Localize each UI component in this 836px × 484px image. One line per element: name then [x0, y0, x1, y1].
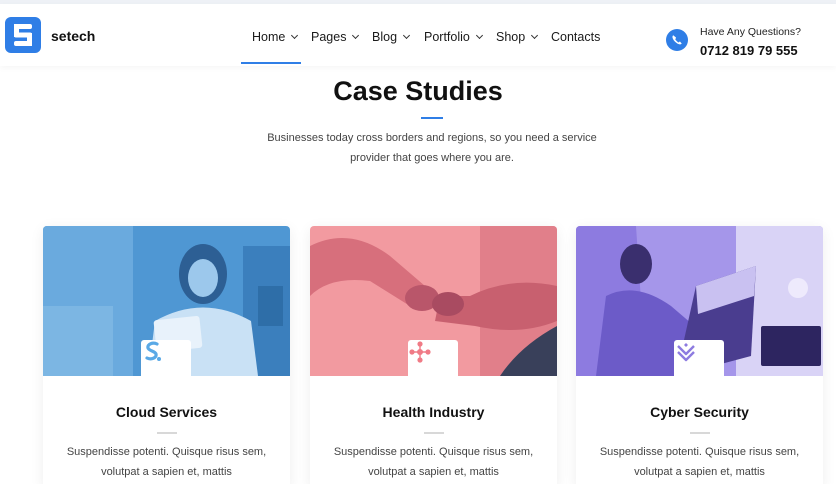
card-title[interactable]: Health Industry: [310, 404, 557, 420]
card-divider: [424, 432, 444, 434]
contact-phone[interactable]: 0712 819 79 555: [700, 43, 798, 58]
logo-icon[interactable]: [5, 17, 41, 53]
card-title[interactable]: Cloud Services: [43, 404, 290, 420]
whatsapp-phone-icon[interactable]: [666, 29, 688, 51]
chevron-layers-badge: [674, 340, 724, 376]
case-card-cyber-security[interactable]: Cyber Security Suspendisse potenti. Quis…: [576, 226, 823, 484]
nav-label: Shop: [496, 30, 526, 44]
card-description: Suspendisse potenti. Quisque risus sem, …: [53, 442, 280, 482]
cloud-s-icon: [145, 341, 161, 361]
card-text-line: volutpat a sapien et, mattis: [368, 466, 499, 478]
card-description: Suspendisse potenti. Quisque risus sem, …: [320, 442, 547, 482]
nav-item-portfolio[interactable]: Portfolio: [424, 30, 483, 44]
card-text-line: Suspendisse potenti. Quisque risus sem,: [66, 446, 267, 458]
molecule-badge: [408, 340, 458, 376]
nav-label: Portfolio: [424, 30, 470, 44]
nav-item-pages[interactable]: Pages: [311, 30, 360, 44]
nav-label: Pages: [311, 30, 347, 44]
case-image-woman-tablet: [43, 226, 290, 376]
nav-item-shop[interactable]: Shop: [496, 30, 539, 44]
subtitle-line: provider that goes where you are.: [350, 152, 514, 164]
section-title: Case Studies: [333, 76, 503, 106]
card-text-line: volutpat a sapien et, mattis: [634, 466, 765, 478]
subtitle-line: Businesses today cross borders and regio…: [267, 132, 597, 144]
case-image-man-laptop: [576, 226, 823, 376]
chevron-down-icon: [531, 31, 539, 40]
active-nav-indicator: [241, 62, 301, 64]
case-image-fist-bump: [310, 226, 557, 376]
nav-label: Contacts: [551, 30, 601, 44]
chevron-down-icon: [475, 31, 483, 40]
card-divider: [690, 432, 710, 434]
molecule-icon: [409, 341, 431, 363]
card-title[interactable]: Cyber Security: [576, 404, 823, 420]
case-card-cloud-services[interactable]: Cloud Services Suspendisse potenti. Quis…: [43, 226, 290, 484]
contact-question: Have Any Questions?: [700, 26, 801, 38]
chevron-down-icon: [291, 31, 299, 40]
brand-name[interactable]: setech: [51, 28, 95, 44]
chevron-layers-icon: [677, 343, 695, 362]
nav-label: Home: [252, 30, 286, 44]
nav-item-home[interactable]: Home: [252, 30, 299, 44]
card-divider: [157, 432, 177, 434]
chevron-down-icon: [402, 31, 411, 40]
title-divider: [421, 117, 443, 119]
card-description: Suspendisse potenti. Quisque risus sem, …: [586, 442, 813, 482]
site-header: setech Home Pages Blog Portfolio Shop Co…: [0, 4, 836, 66]
section-subtitle: Businesses today cross borders and regio…: [232, 128, 632, 168]
chevron-down-icon: [352, 31, 360, 40]
nav-item-blog[interactable]: Blog: [372, 30, 411, 44]
card-text-line: volutpat a sapien et, mattis: [101, 466, 232, 478]
case-card-health-industry[interactable]: Health Industry Suspendisse potenti. Qui…: [310, 226, 557, 484]
cloud-s-badge: [141, 340, 191, 376]
nav-label: Blog: [372, 30, 398, 44]
card-text-line: Suspendisse potenti. Quisque risus sem,: [599, 446, 800, 458]
nav-item-contacts[interactable]: Contacts: [551, 30, 600, 44]
card-text-line: Suspendisse potenti. Quisque risus sem,: [333, 446, 534, 458]
